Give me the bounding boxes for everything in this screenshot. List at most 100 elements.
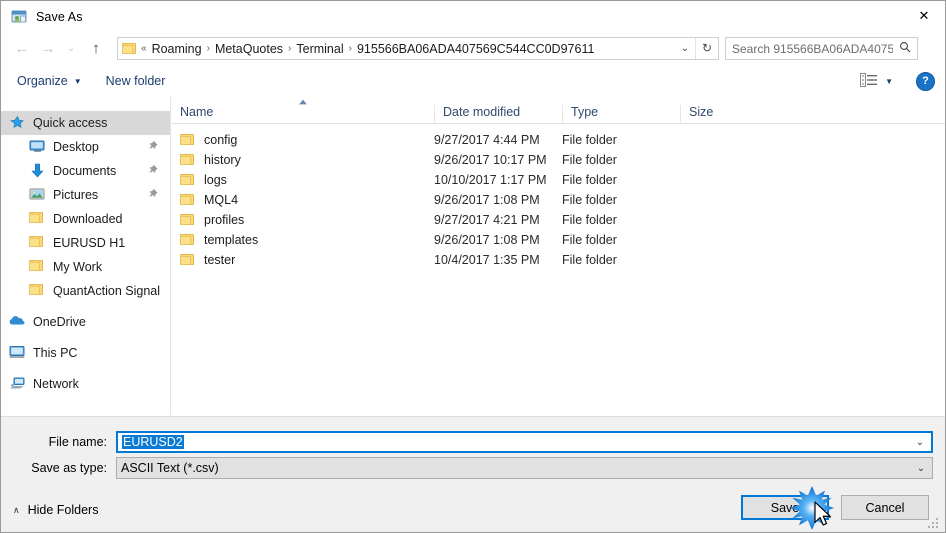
file-name-cell: history	[172, 153, 434, 167]
pin-icon[interactable]	[144, 140, 159, 155]
sidebar-item-quantaction-signal[interactable]: QuantAction Signal	[1, 279, 170, 303]
folder-icon	[122, 42, 138, 56]
address-bar[interactable]: « Roaming › MetaQuotes › Terminal › 9155…	[117, 37, 719, 60]
up-button[interactable]: ↑	[83, 37, 109, 61]
new-folder-label: New folder	[105, 74, 166, 88]
close-icon[interactable]: ✕	[901, 1, 945, 31]
sidebar-item-this-pc[interactable]: This PC	[1, 341, 170, 365]
organize-button[interactable]: Organize ▼	[9, 70, 90, 92]
column-header-type[interactable]: Type	[562, 105, 680, 123]
sidebar-item-documents[interactable]: Documents	[1, 159, 170, 183]
resize-grip[interactable]	[928, 516, 940, 528]
table-row[interactable]: MQL4 9/26/2017 1:08 PM File folder	[172, 190, 945, 210]
forward-button[interactable]: →	[35, 37, 61, 61]
file-type-cell: File folder	[562, 233, 617, 247]
table-row[interactable]: tester 10/4/2017 1:35 PM File folder	[172, 250, 945, 270]
cancel-button[interactable]: Cancel	[841, 495, 929, 520]
file-name-input[interactable]: EURUSD2	[118, 435, 909, 449]
file-rows: config 9/27/2017 4:44 PM File folder his…	[172, 124, 945, 270]
folder-icon	[29, 259, 46, 275]
chevron-down-icon[interactable]: ⌄	[910, 463, 932, 474]
file-name-label: profiles	[204, 213, 245, 227]
sidebar-item-my-work[interactable]: My Work	[1, 255, 170, 279]
sidebar-item-label: Pictures	[53, 188, 99, 202]
chevron-down-icon[interactable]: ⌄	[909, 437, 931, 448]
breadcrumb-roaming[interactable]: Roaming	[148, 42, 206, 56]
sidebar-item-desktop[interactable]: Desktop	[1, 135, 170, 159]
cloud-icon	[9, 314, 26, 330]
window-title: Save As	[36, 9, 83, 24]
file-name-cell: config	[172, 133, 434, 147]
change-view-button[interactable]: ▼	[855, 70, 898, 93]
sidebar-item-onedrive[interactable]: OneDrive	[1, 310, 170, 334]
help-button[interactable]: ?	[916, 71, 935, 91]
file-type-cell: File folder	[562, 133, 617, 147]
sidebar-item-downloaded[interactable]: Downloaded	[1, 207, 170, 231]
sidebar-item-eurusd-h1[interactable]: EURUSD H1	[1, 231, 170, 255]
breadcrumb-terminal-id[interactable]: 915566BA06ADA407569C544CC0D97611	[353, 42, 598, 56]
save-as-type-label: Save as type:	[31, 461, 107, 475]
pin-icon[interactable]	[144, 164, 159, 179]
table-row[interactable]: templates 9/26/2017 1:08 PM File folder	[172, 230, 945, 250]
file-name-label: templates	[204, 233, 259, 247]
chevron-down-icon[interactable]: ⌄	[675, 43, 695, 54]
table-row[interactable]: profiles 9/27/2017 4:21 PM File folder	[172, 210, 945, 230]
hide-folders-button[interactable]: ∧ Hide Folders	[13, 503, 98, 517]
table-row[interactable]: history 9/26/2017 10:17 PM File folder	[172, 150, 945, 170]
column-header-size[interactable]: Size	[680, 105, 760, 123]
sidebar-item-pictures[interactable]: Pictures	[1, 183, 170, 207]
sidebar-item-network[interactable]: Network	[1, 372, 170, 396]
file-name-cell: tester	[172, 253, 434, 267]
view-list-icon	[860, 72, 878, 90]
address-overflow-icon[interactable]: «	[140, 43, 148, 54]
picture-icon	[29, 187, 46, 203]
file-date-cell: 9/27/2017 4:44 PM	[434, 133, 540, 147]
save-as-icon	[11, 9, 27, 25]
file-name-combobox[interactable]: EURUSD2 ⌄	[116, 431, 933, 453]
chevron-down-icon: ▼	[885, 76, 893, 86]
chevron-down-icon: ▼	[73, 76, 82, 86]
breadcrumb-terminal[interactable]: Terminal	[292, 42, 347, 56]
recent-locations-button[interactable]: ⌄	[61, 37, 81, 61]
search-box[interactable]: Search 915566BA06ADA40756...	[725, 37, 918, 60]
file-name-label: config	[204, 133, 238, 147]
sidebar-item-label: Network	[33, 377, 79, 391]
file-name-row: File name: EURUSD2 ⌄	[1, 431, 933, 453]
folder-icon	[180, 233, 196, 247]
folder-icon	[180, 193, 196, 207]
file-name-cell: profiles	[172, 213, 434, 227]
monitor-icon	[29, 139, 46, 155]
folder-icon	[29, 283, 46, 299]
organize-label: Organize	[17, 74, 68, 88]
file-name-value[interactable]: EURUSD2	[122, 435, 184, 449]
file-type-cell: File folder	[562, 213, 617, 227]
view-controls: ▼ ?	[855, 70, 945, 93]
sidebar-item-label: Quick access	[33, 116, 108, 130]
column-header-date-modified[interactable]: Date modified	[434, 105, 562, 123]
save-as-type-value: ASCII Text (*.csv)	[121, 461, 219, 475]
file-name-label: logs	[204, 173, 227, 187]
table-row[interactable]: logs 10/10/2017 1:17 PM File folder	[172, 170, 945, 190]
breadcrumb-metaquotes[interactable]: MetaQuotes	[211, 42, 287, 56]
file-name-label: MQL4	[204, 193, 239, 207]
sidebar-item-quick-access[interactable]: Quick access	[1, 111, 170, 135]
file-name-cell: MQL4	[172, 193, 434, 207]
table-row[interactable]: config 9/27/2017 4:44 PM File folder	[172, 130, 945, 150]
new-folder-button[interactable]: New folder	[98, 70, 174, 92]
file-date-cell: 9/26/2017 1:08 PM	[434, 233, 540, 247]
column-header-name[interactable]: Name	[172, 105, 434, 123]
save-button[interactable]: Save	[741, 495, 829, 520]
sidebar-item-label: Desktop	[53, 140, 99, 154]
refresh-icon[interactable]: ↻	[695, 38, 718, 59]
download-arrow-icon	[29, 163, 46, 179]
sidebar-item-label: QuantAction Signal	[53, 284, 161, 298]
file-name-cell: logs	[172, 173, 434, 187]
search-input[interactable]: Search 915566BA06ADA40756...	[732, 42, 893, 56]
pc-icon	[9, 345, 26, 361]
chevron-up-icon: ∧	[13, 504, 20, 515]
sidebar-item-label: This PC	[33, 346, 78, 360]
pin-icon[interactable]	[144, 188, 159, 203]
save-as-type-combobox[interactable]: ASCII Text (*.csv) ⌄	[116, 457, 933, 479]
back-button[interactable]: ←	[9, 37, 35, 61]
sidebar-item-label: OneDrive	[33, 315, 86, 329]
